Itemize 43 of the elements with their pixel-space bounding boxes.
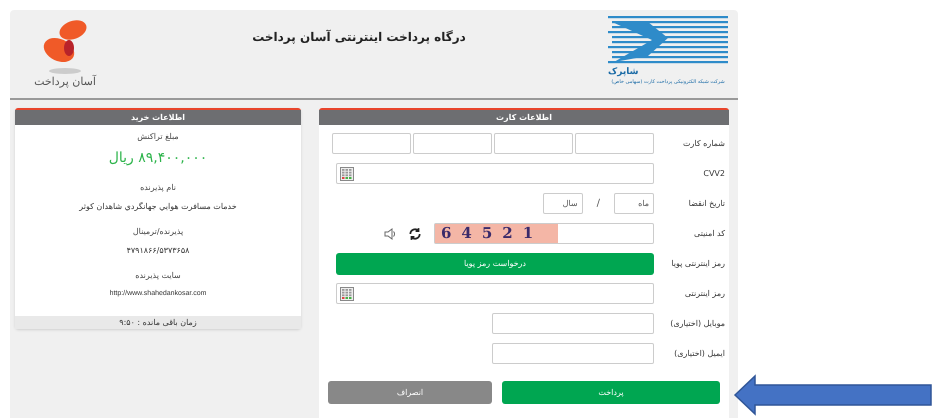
left-arrow-icon bbox=[733, 374, 933, 416]
info-value: خدمات مسافرت هوايي جهانگردي شاهدان کوثر bbox=[79, 201, 237, 213]
field-label: تاریخ انقضا bbox=[688, 198, 726, 210]
info-label: سایت پذیرنده bbox=[135, 270, 181, 282]
field-label: شماره کارت bbox=[682, 138, 726, 150]
speaker-icon[interactable] bbox=[384, 226, 396, 240]
logo-text: شاپرک bbox=[608, 68, 638, 77]
logo-text: آسان پرداخت bbox=[34, 76, 96, 87]
card-number-input[interactable] bbox=[413, 133, 492, 154]
timer-bar: زمان باقی مانده : ۹:۵۰ bbox=[15, 316, 301, 329]
keypad-icon[interactable] bbox=[340, 166, 354, 180]
card-number-input[interactable] bbox=[494, 133, 573, 154]
card-number-input[interactable] bbox=[332, 133, 411, 154]
input-field[interactable] bbox=[492, 313, 654, 334]
year-input[interactable]: سال bbox=[542, 193, 583, 214]
page-title: درگاه پرداخت اینترنتی آسان پرداخت bbox=[252, 28, 466, 46]
panel-header: اطلاعات کارت bbox=[319, 110, 729, 125]
info-label: نام پذیرنده bbox=[140, 182, 176, 194]
field-label: رمز اینترنتی پویا bbox=[670, 258, 726, 270]
panel-header: اطلاعات خرید bbox=[15, 110, 301, 125]
field-label: کد امنیتی bbox=[693, 228, 726, 240]
cancel-button[interactable]: انصراف bbox=[328, 381, 492, 404]
request-password-button[interactable]: درخواست رمز پویا bbox=[336, 252, 654, 274]
keypad-icon[interactable] bbox=[340, 286, 354, 300]
captcha-image: 64521 bbox=[435, 224, 558, 243]
field-label: رمز اینترنتی bbox=[684, 288, 726, 300]
field-label: CVV2 bbox=[702, 168, 726, 180]
info-label: مبلغ تراکنش bbox=[137, 131, 179, 143]
month-input[interactable]: ماه bbox=[614, 193, 654, 214]
captcha-input[interactable]: 64521 bbox=[434, 223, 654, 244]
input-field[interactable] bbox=[336, 283, 654, 304]
input-field[interactable] bbox=[492, 343, 654, 364]
card-number-input[interactable] bbox=[575, 133, 654, 154]
info-label: پذیرنده/ترمینال bbox=[132, 226, 184, 238]
date-separator: / bbox=[596, 197, 600, 211]
field-label: ایمیل (اختیاری) bbox=[673, 348, 726, 360]
input-field[interactable] bbox=[336, 163, 654, 184]
amount-value: ۸۹,۴۰۰,۰۰۰ ریال bbox=[108, 149, 208, 168]
refresh-icon[interactable] bbox=[408, 226, 422, 240]
pay-button[interactable]: پرداخت bbox=[502, 381, 720, 404]
stripes-logo-icon bbox=[608, 16, 728, 66]
info-value: ۴۷۹۱۸۶۶/۵۳۷۳۶۵۸ bbox=[126, 245, 190, 257]
field-label: موبایل (اختیاری) bbox=[669, 318, 726, 330]
